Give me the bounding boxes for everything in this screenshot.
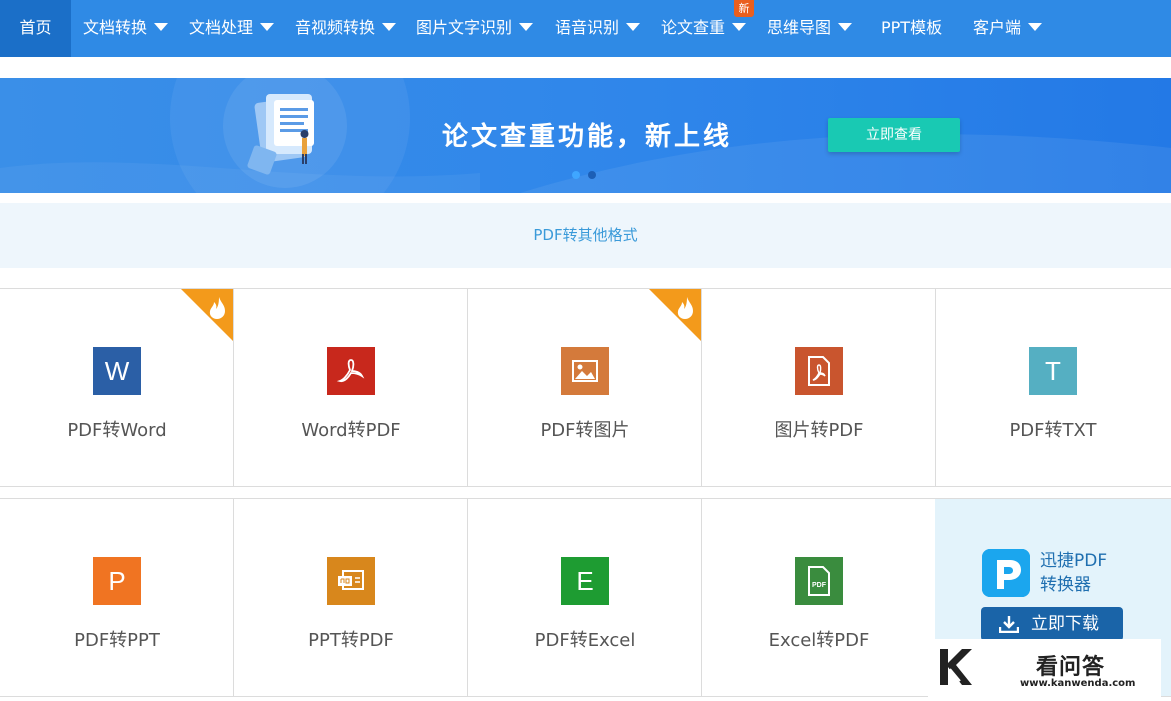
chevron-down-icon — [838, 23, 853, 31]
tool-label: PDF转Word — [67, 420, 167, 441]
hot-fire-icon — [181, 289, 233, 341]
tool-row: W PDF转Word Word转PDF PDF转图片 图片转PDF T PDF转… — [0, 288, 1171, 487]
tool-pdf-to-excel[interactable]: E PDF转Excel — [468, 499, 702, 696]
tool-pdf-to-txt[interactable]: T PDF转TXT — [936, 289, 1171, 486]
tool-label: PDF转Excel — [534, 630, 636, 651]
acrobat-icon — [327, 347, 375, 395]
banner-title: 论文查重功能，新上线 — [442, 122, 733, 152]
app-logo — [982, 549, 1030, 597]
tool-pdf-to-image[interactable]: PDF转图片 — [468, 289, 702, 486]
section-title: PDF转其他格式 — [0, 203, 1171, 268]
tool-label: PDF转TXT — [1009, 420, 1097, 441]
pdf-doc-icon — [795, 347, 843, 395]
tool-label: PPT转PDF — [308, 630, 394, 651]
watermark-logo — [940, 649, 972, 685]
excel-icon: E — [561, 557, 609, 605]
chevron-down-icon — [260, 23, 275, 31]
nav-home[interactable]: 首页 — [0, 0, 71, 57]
tool-label: PDF转图片 — [540, 420, 630, 441]
tool-image-to-pdf[interactable]: 图片转PDF — [702, 289, 936, 486]
tool-pdf-to-word[interactable]: W PDF转Word — [0, 289, 234, 486]
top-navigation: 首页 文档转换 文档处理 音视频转换 图片文字识别 语音识别 论文查重 新 思维… — [0, 0, 1171, 57]
tool-excel-to-pdf[interactable]: PDF Excel转PDF — [702, 499, 936, 696]
chevron-down-icon — [382, 23, 397, 31]
nav-doc-convert[interactable]: 文档转换 — [83, 0, 169, 57]
nav-ppt-template[interactable]: PPT模板 — [881, 0, 942, 57]
view-now-button[interactable]: 立即查看 — [828, 118, 960, 152]
chevron-down-icon — [154, 23, 169, 31]
tool-label: 图片转PDF — [774, 420, 864, 441]
svg-text:PDF: PDF — [812, 582, 827, 589]
promo-title: 迅捷PDF 转换器 — [1040, 551, 1108, 595]
chevron-down-icon — [1028, 23, 1043, 31]
tool-ppt-to-pdf[interactable]: PPT转PDF — [234, 499, 468, 696]
download-now-button[interactable]: 立即下载 — [981, 607, 1123, 641]
new-badge: 新 — [734, 0, 754, 17]
watermark-url: www.kanwenda.com — [1020, 678, 1136, 689]
nav-client[interactable]: 客户端 — [973, 0, 1043, 57]
txt-icon: T — [1029, 347, 1077, 395]
nav-doc-process[interactable]: 文档处理 — [189, 0, 275, 57]
nav-ocr[interactable]: 图片文字识别 — [416, 0, 534, 57]
ppt-icon: P — [93, 557, 141, 605]
nav-mindmap[interactable]: 思维导图 — [767, 0, 853, 57]
tool-label: Excel转PDF — [768, 630, 870, 651]
image-icon — [561, 347, 609, 395]
hot-fire-icon — [649, 289, 701, 341]
watermark-name: 看问答 — [1036, 655, 1106, 680]
tool-word-to-pdf[interactable]: Word转PDF — [234, 289, 468, 486]
site-watermark: 看问答 www.kanwenda.com — [928, 639, 1161, 697]
carousel-dot-active[interactable] — [572, 171, 580, 179]
chevron-down-icon — [626, 23, 641, 31]
promo-banner[interactable]: 论文查重功能，新上线 立即查看 — [0, 78, 1171, 193]
chevron-down-icon — [519, 23, 534, 31]
chevron-down-icon — [732, 23, 747, 31]
download-icon — [999, 616, 1019, 633]
excel-pdf-icon: PDF — [795, 557, 843, 605]
nav-speech[interactable]: 语音识别 — [555, 0, 641, 57]
tool-label: PDF转PPT — [74, 630, 160, 651]
carousel-dot[interactable] — [588, 171, 596, 179]
tool-pdf-to-ppt[interactable]: P PDF转PPT — [0, 499, 234, 696]
ppt-pdf-icon — [327, 557, 375, 605]
nav-av-convert[interactable]: 音视频转换 — [295, 0, 397, 57]
word-icon: W — [93, 347, 141, 395]
tool-label: Word转PDF — [301, 420, 401, 441]
